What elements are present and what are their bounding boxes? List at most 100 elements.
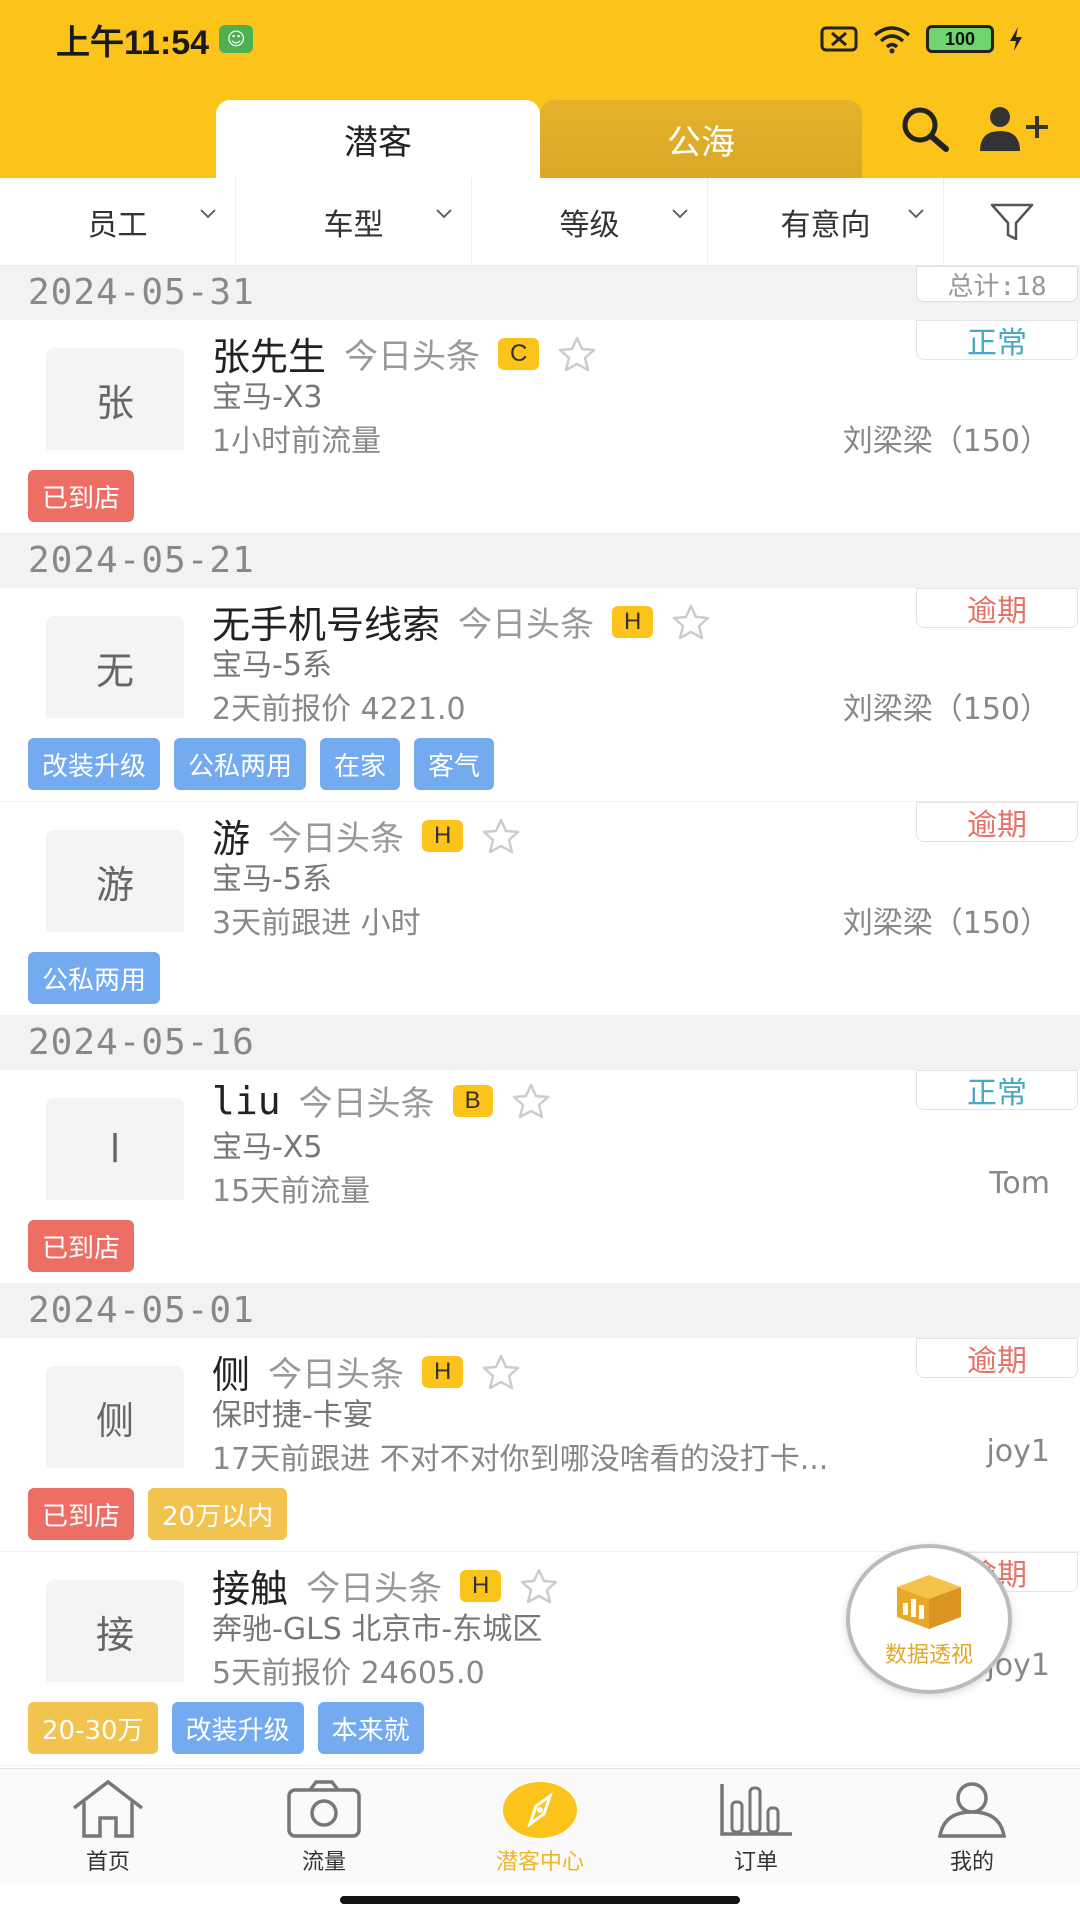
tag: 在家	[320, 738, 401, 790]
search-icon[interactable]	[896, 103, 954, 161]
status-badge: 正常	[916, 320, 1078, 361]
grade-badge: H	[422, 1355, 464, 1388]
owner-name: joy1	[986, 1434, 1050, 1469]
follow-info: 1小时前流量	[212, 424, 382, 459]
header: 潜客 公海	[0, 78, 1080, 178]
customer-name: liu	[212, 1078, 281, 1123]
chevron-down-icon	[908, 209, 924, 219]
list-item[interactable]: 游 游 今日头条 H 宝马-5系 3天前跟进 小时 刘梁梁（150） 逾期 公私…	[0, 802, 1080, 1016]
sim-off-icon	[820, 25, 858, 53]
car-model: 保时捷-卡宴	[212, 1398, 373, 1433]
customer-source: 今日头条	[306, 1569, 443, 1609]
star-icon[interactable]	[671, 603, 711, 641]
status-badge: 逾期	[916, 802, 1078, 843]
list-item[interactable]: 张 张先生 今日头条 C 宝马-X3 1小时前流量 刘梁梁（150） 正常 已到…	[0, 320, 1080, 534]
filter-label: 车型	[323, 207, 384, 243]
star-icon[interactable]	[557, 335, 597, 373]
follow-info: 2天前报价 4221.0	[212, 692, 466, 727]
star-icon[interactable]	[519, 1567, 559, 1605]
nav-mine[interactable]: 我的	[864, 1769, 1080, 1884]
filter-car-model[interactable]: 车型	[236, 178, 472, 265]
nav-label: 订单	[733, 1850, 778, 1875]
tab-public-pool[interactable]: 公海	[540, 100, 862, 178]
filter-bar: 员工 车型 等级 有意向	[0, 178, 1080, 266]
home-indicator[interactable]	[340, 1896, 740, 1904]
list-item[interactable]: l liu 今日头条 B 宝马-X5 15天前流量 Tom 正常 已到店	[0, 1070, 1080, 1284]
follow-info: 17天前跟进 不对不对你到哪没啥看的没打卡...	[212, 1442, 829, 1477]
filter-grade[interactable]: 等级	[472, 178, 708, 265]
date-header: 2024-05-31 总计:18	[0, 266, 1080, 320]
filter-button[interactable]	[944, 178, 1080, 265]
filter-employee[interactable]: 员工	[0, 178, 236, 265]
customer-list: 2024-05-31 总计:18 张 张先生 今日头条 C 宝马-X3 1小时前…	[0, 266, 1080, 1766]
status-time: 上午11:54	[56, 23, 210, 62]
data-insight-button[interactable]: 数据透视	[846, 1544, 1012, 1694]
date-header: 2024-05-01	[0, 1284, 1080, 1338]
nav-label: 潜客中心	[495, 1850, 584, 1875]
box-chart-icon	[897, 1575, 961, 1629]
status-bar: 上午11:54 ☺ 100	[0, 0, 1080, 78]
battery-icon: 100	[926, 25, 994, 53]
avatar: 游	[46, 830, 184, 932]
follow-info: 15天前流量	[212, 1174, 371, 1209]
camera-icon	[287, 1780, 361, 1838]
tag-list: 20-30万 改装升级 本来就	[28, 1702, 424, 1754]
filter-intention[interactable]: 有意向	[708, 178, 944, 265]
tag: 已到店	[28, 1488, 135, 1540]
follow-info: 3天前跟进 小时	[212, 906, 421, 941]
tag-list: 已到店	[28, 470, 135, 522]
list-item[interactable]: 无 无手机号线索 今日头条 H 宝马-5系 2天前报价 4221.0 刘梁梁（1…	[0, 588, 1080, 802]
tag-list: 已到店	[28, 1220, 135, 1272]
avatar: l	[46, 1098, 184, 1200]
tag: 客气	[414, 738, 495, 790]
list-item[interactable]: 侧 侧 今日头条 H 保时捷-卡宴 17天前跟进 不对不对你到哪没啥看的没打卡.…	[0, 1338, 1080, 1552]
date-label: 2024-05-16	[28, 1022, 255, 1063]
tag-list: 改装升级 公私两用 在家 客气	[28, 738, 495, 790]
chevron-down-icon	[672, 209, 688, 219]
date-header: 2024-05-21	[0, 534, 1080, 588]
tag: 改装升级	[171, 1702, 304, 1754]
avatar: 接	[46, 1580, 184, 1682]
status-badge: 正常	[916, 1070, 1078, 1111]
car-model: 奔驰-GLS 北京市-东城区	[212, 1612, 543, 1647]
add-user-icon[interactable]	[978, 103, 1050, 161]
car-model: 宝马-5系	[212, 648, 332, 683]
star-icon[interactable]	[511, 1082, 551, 1120]
tag: 公私两用	[28, 952, 161, 1004]
car-model: 宝马-5系	[212, 862, 332, 897]
avatar: 无	[46, 616, 184, 718]
follow-info: 5天前报价 24605.0	[212, 1656, 485, 1691]
wifi-icon	[872, 24, 912, 54]
nav-prospect-center[interactable]: 潜客中心	[432, 1769, 648, 1884]
chevron-down-icon	[436, 209, 452, 219]
home-icon	[72, 1779, 144, 1838]
avatar: 侧	[46, 1366, 184, 1468]
nav-label: 流量	[301, 1850, 346, 1875]
bar-chart-icon	[720, 1784, 792, 1836]
filter-label: 等级	[559, 207, 620, 243]
nav-traffic[interactable]: 流量	[216, 1769, 432, 1884]
star-icon[interactable]	[481, 817, 521, 855]
grade-badge: B	[452, 1084, 493, 1117]
compass-icon	[503, 1782, 577, 1838]
nav-orders[interactable]: 订单	[648, 1769, 864, 1884]
bottom-nav: 首页 流量 潜客中心 订单 我的	[0, 1768, 1080, 1884]
tag-list: 公私两用	[28, 952, 161, 1004]
tag: 改装升级	[28, 738, 161, 790]
date-label: 2024-05-31	[28, 272, 255, 313]
owner-name: 刘梁梁（150）	[842, 906, 1050, 941]
nav-home[interactable]: 首页	[0, 1769, 216, 1884]
nav-label: 首页	[85, 1850, 130, 1875]
owner-name: 刘梁梁（150）	[842, 424, 1050, 459]
owner-name: 刘梁梁（150）	[842, 692, 1050, 727]
total-count: 总计:18	[916, 266, 1078, 302]
owner-name: Tom	[989, 1166, 1050, 1201]
tab-potential-customers[interactable]: 潜客	[216, 100, 540, 178]
date-label: 2024-05-21	[28, 540, 255, 581]
status-badge: 逾期	[916, 588, 1078, 629]
tag: 已到店	[28, 470, 135, 522]
filter-label: 有意向	[780, 207, 871, 243]
car-model: 宝马-X5	[212, 1130, 323, 1165]
star-icon[interactable]	[481, 1353, 521, 1391]
tag: 已到店	[28, 1220, 135, 1272]
